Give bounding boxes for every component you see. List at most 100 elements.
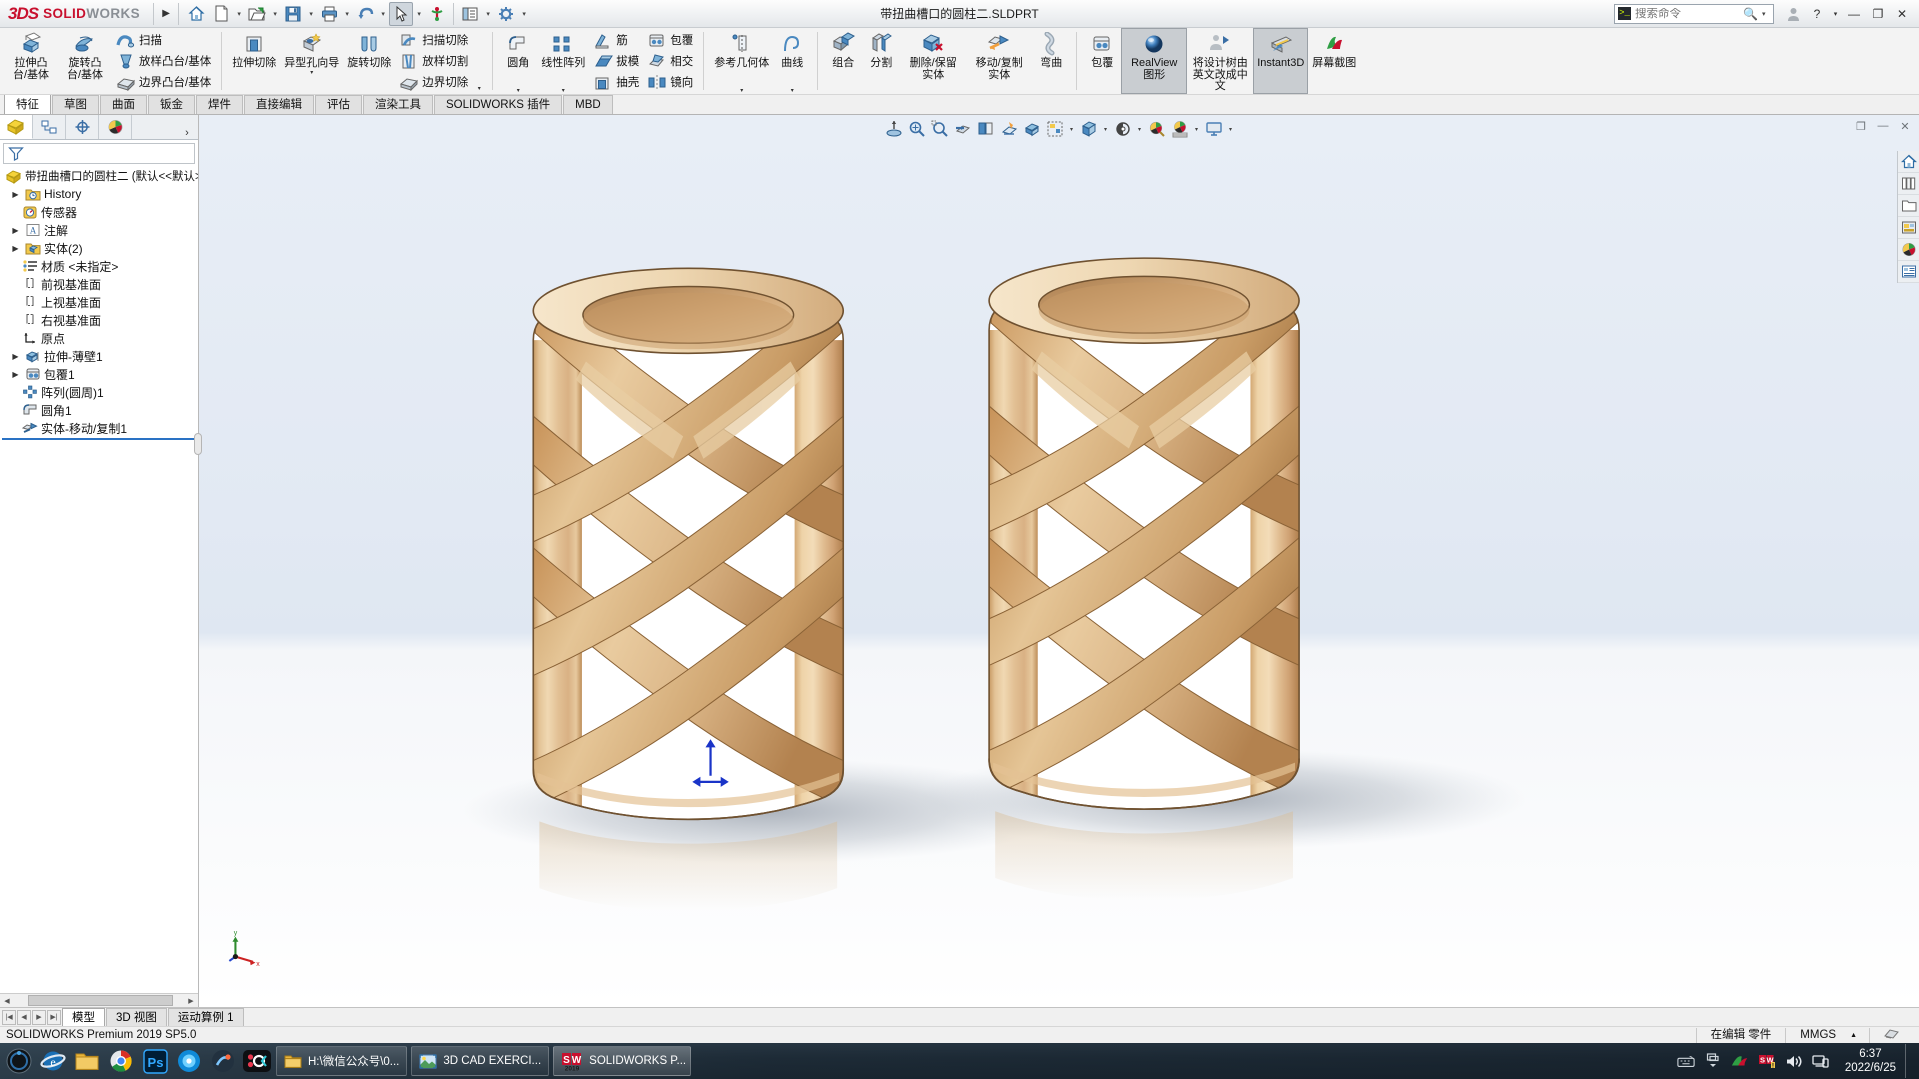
tab-evaluate[interactable]: 评估 [315, 95, 362, 114]
select-dropdown[interactable]: ▾ [414, 2, 424, 26]
loft-boss-command[interactable]: 放样凸台/基体 [112, 51, 215, 72]
boundary-cut-command[interactable]: 边界切除 [395, 72, 472, 93]
print-dropdown[interactable]: ▾ [342, 2, 352, 26]
section-view-icon[interactable] [952, 118, 974, 140]
sweep-command[interactable]: 扫描 [112, 30, 215, 51]
open-folder-icon[interactable] [245, 2, 269, 26]
ie-icon[interactable]: e [36, 1044, 70, 1078]
menu-expand-icon[interactable]: ▶ [157, 8, 175, 19]
realview-graphics-command[interactable]: RealView 图形 [1121, 28, 1188, 94]
file-explorer-icon[interactable] [1898, 195, 1919, 217]
photoshop-icon[interactable]: Ps [138, 1044, 172, 1078]
keyboard-icon[interactable] [1677, 1052, 1695, 1070]
rebuild-icon[interactable] [425, 2, 449, 26]
curves-dropdown-icon[interactable]: ▾ [785, 87, 799, 94]
tab-weldments[interactable]: 焊件 [196, 95, 243, 114]
hide-show-items-detail-icon[interactable] [1044, 118, 1066, 140]
apply-scene-icon[interactable] [1169, 118, 1191, 140]
screen-capture-command[interactable]: 屏幕截图 [1308, 28, 1360, 94]
search-command-box[interactable]: >_ 🔍 ▾ [1614, 3, 1774, 24]
tree-item-move-copy-body[interactable]: 实体-移动/复制1 [0, 419, 198, 437]
cut-dropdown-icon[interactable]: ▾ [472, 85, 486, 92]
app6-icon[interactable] [206, 1044, 240, 1078]
new-document-icon[interactable] [209, 2, 233, 26]
doc-tab-3d-views[interactable]: 3D 视图 [106, 1008, 167, 1026]
tree-item-annotations[interactable]: ▶ A 注解 [0, 221, 198, 239]
home-panel-icon[interactable] [1898, 151, 1919, 173]
tray-expand-icon[interactable] [1704, 1052, 1722, 1070]
property-manager-tab[interactable] [33, 115, 66, 139]
tree-item-extrude-thin[interactable]: ▶ 拉伸-薄壁1 [0, 347, 198, 365]
delete-keep-body-command[interactable]: 删除/保留实体 [900, 28, 966, 94]
tree-item-solid-bodies[interactable]: ▶ 实体(2) [0, 239, 198, 257]
prev-tab-button[interactable]: ◀ [17, 1009, 31, 1025]
reference-geometry-command[interactable]: 参考几何体 [710, 28, 773, 71]
twisted-slot-cylinder-model[interactable] [199, 115, 1919, 1007]
scroll-track[interactable] [28, 995, 173, 1006]
reference-geometry-dropdown-icon[interactable]: ▾ [735, 87, 749, 94]
display-style-icon[interactable] [998, 118, 1020, 140]
apply-scene-dropdown-icon[interactable]: ▾ [1192, 118, 1202, 140]
save-dropdown[interactable]: ▾ [306, 2, 316, 26]
fillet-command[interactable]: 圆角 [499, 28, 537, 71]
translate-tree-command[interactable]: 将设计树由英文改成中文 [1187, 28, 1253, 94]
tree-item-sensors[interactable]: 传感器 [0, 203, 198, 221]
revolve-cut-command[interactable]: 旋转切除 [343, 28, 395, 94]
user-account-icon[interactable] [1782, 3, 1804, 25]
tree-item-material[interactable]: 材质 <未指定> [0, 257, 198, 275]
flex-command[interactable]: 弯曲 [1032, 28, 1070, 94]
taskbar-clock[interactable]: 6:37 2022/6/25 [1839, 1047, 1896, 1075]
tab-direct-editing[interactable]: 直接编辑 [244, 95, 314, 114]
tree-item-top-plane[interactable]: 上视基准面 [0, 293, 198, 311]
tab-render-tools[interactable]: 渲染工具 [363, 95, 433, 114]
view-settings-dropdown-icon[interactable]: ▾ [1135, 118, 1145, 140]
search-icon[interactable]: 🔍 [1743, 7, 1758, 21]
scroll-thumb[interactable] [28, 995, 173, 1006]
tab-features[interactable]: 特征 [4, 94, 51, 114]
new-document-dropdown[interactable]: ▾ [234, 2, 244, 26]
document-minimize-button[interactable]: — [1873, 117, 1893, 135]
extrude-boss-command[interactable]: 拉伸凸台/基体 [4, 28, 58, 94]
show-desktop-button[interactable] [1905, 1044, 1913, 1078]
undo-dropdown[interactable]: ▾ [378, 2, 388, 26]
display-style-dropdown-icon[interactable]: ▾ [1101, 118, 1111, 140]
boundary-boss-command[interactable]: 边界凸台/基体 [112, 72, 215, 93]
tab-surfaces[interactable]: 曲面 [100, 95, 147, 114]
doc-tab-motion-study[interactable]: 运动算例 1 [167, 1008, 244, 1026]
document-restore-button[interactable]: ❐ [1851, 117, 1871, 135]
app5-icon[interactable] [172, 1044, 206, 1078]
restore-button[interactable]: ❐ [1867, 3, 1889, 25]
shell-command[interactable]: 抽壳 [589, 72, 643, 93]
tree-item-history[interactable]: ▶ History [0, 185, 198, 203]
display-options-dropdown[interactable]: ▾ [483, 2, 493, 26]
hole-wizard-dropdown-icon[interactable]: ▾ [310, 70, 313, 76]
help-icon[interactable]: ? [1806, 3, 1828, 25]
hole-wizard-command[interactable]: 异型孔向导 ▾ [280, 28, 343, 94]
previous-view-icon[interactable] [929, 118, 951, 140]
draft-command[interactable]: 拔模 [589, 51, 643, 72]
nvidia-icon[interactable] [1731, 1052, 1749, 1070]
mirror-command[interactable]: 镜向 [643, 72, 697, 93]
feature-tree-filter[interactable] [3, 143, 195, 164]
tree-item-circular-pattern[interactable]: 阵列(圆周)1 [0, 383, 198, 401]
taskbar-window-explorer[interactable]: H:\微信公众号\0... [276, 1046, 408, 1076]
fillet-dropdown-icon[interactable]: ▾ [511, 87, 525, 94]
instant3d-command[interactable]: Instant3D [1253, 28, 1309, 94]
linear-pattern-dropdown-icon[interactable]: ▾ [556, 87, 570, 94]
chrome-icon[interactable] [104, 1044, 138, 1078]
units-caret-icon[interactable]: ▲ [1850, 1032, 1869, 1039]
select-cursor-icon[interactable] [389, 1, 414, 26]
combine-command[interactable]: 组合 [824, 28, 862, 94]
wrap-command-2[interactable]: 包覆 [1083, 28, 1121, 94]
curves-command[interactable]: 曲线 [773, 28, 811, 71]
revolve-boss-command[interactable]: 旋转凸台/基体 [58, 28, 112, 94]
doc-tab-model[interactable]: 模型 [62, 1008, 105, 1026]
appearances-icon[interactable] [1898, 239, 1919, 261]
tab-sheetmetal[interactable]: 钣金 [148, 95, 195, 114]
intersect-command[interactable]: 相交 [643, 51, 697, 72]
tree-item-fillet[interactable]: 圆角1 [0, 401, 198, 419]
tree-expander[interactable]: ▶ [10, 370, 21, 379]
search-dropdown-icon[interactable]: ▾ [1762, 10, 1766, 18]
configuration-manager-tab[interactable] [66, 115, 99, 139]
linear-pattern-command[interactable]: 线性阵列 [537, 28, 589, 71]
